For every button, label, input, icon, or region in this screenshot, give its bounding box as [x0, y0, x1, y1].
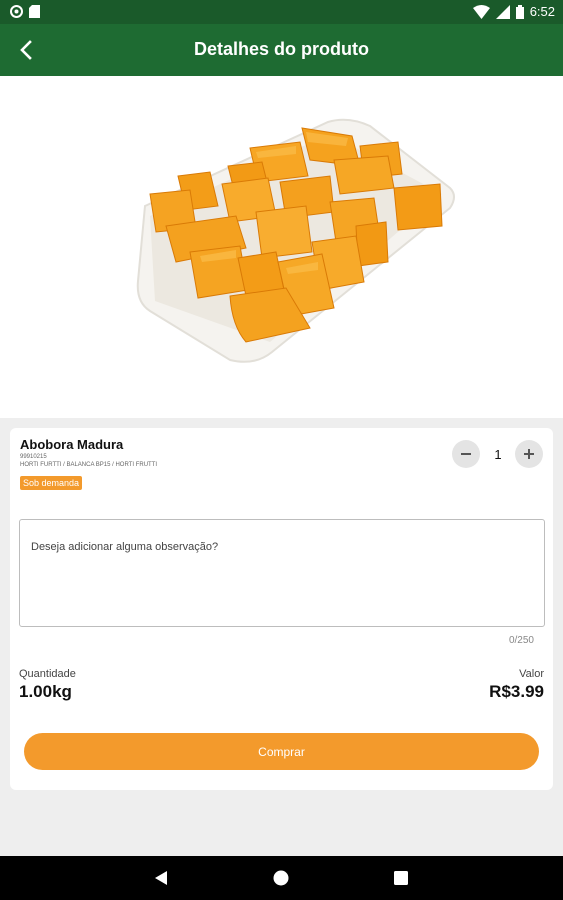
product-code: 99910215 [20, 454, 47, 460]
status-right-icons: 6:52 [472, 4, 555, 19]
price-value: R$3.99 [489, 682, 544, 701]
home-circle-icon [273, 870, 289, 886]
wifi-icon [472, 4, 490, 19]
notification-circle-icon [10, 5, 23, 18]
back-triangle-icon [155, 871, 167, 885]
clock-time: 6:52 [529, 4, 555, 19]
observation-field[interactable] [19, 519, 545, 627]
recents-square-icon [394, 871, 408, 885]
minus-icon [461, 453, 471, 455]
status-bar: 6:52 [0, 0, 563, 24]
quantity-value: 1.00kg [19, 682, 72, 701]
decrease-quantity-button[interactable] [452, 440, 480, 468]
battery-icon [515, 4, 524, 19]
status-left-icons [10, 5, 40, 18]
quantity-label: Quantidade [19, 668, 76, 680]
product-category: HORTI FURTTI / BALANCA BP15 / HORTI FRUT… [20, 462, 158, 468]
cell-signal-icon [495, 4, 510, 19]
increase-quantity-button[interactable] [515, 440, 543, 468]
product-name: Abobora Madura [20, 437, 124, 452]
page-title: Detalhes do produto [194, 39, 369, 59]
system-nav-bar [0, 856, 563, 900]
nav-home-button[interactable] [271, 868, 291, 888]
quantity-counter: 1 [494, 447, 502, 462]
sd-card-icon [29, 5, 40, 18]
product-card: Abobora Madura 99910215 HORTI FURTTI / B… [10, 428, 553, 790]
observation-input[interactable] [20, 520, 544, 626]
value-label: Valor [519, 668, 544, 680]
buy-button[interactable]: Comprar [24, 733, 539, 770]
app-bar: Detalhes do produto [0, 24, 563, 76]
nav-back-button[interactable] [151, 868, 171, 888]
product-image [136, 118, 455, 363]
status-badge: Sob demanda [20, 476, 83, 490]
nav-recents-button[interactable] [391, 868, 411, 888]
char-counter: 0/250 [508, 635, 534, 646]
product-image-area [0, 76, 563, 418]
plus-icon [524, 449, 534, 459]
